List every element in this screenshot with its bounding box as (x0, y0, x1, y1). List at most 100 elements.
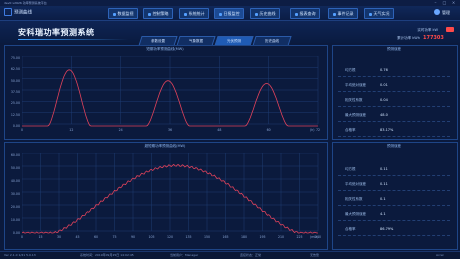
x-tick-label: 60 (93, 235, 99, 239)
nav-daily-monitor[interactable]: 日报监控 (214, 8, 244, 19)
nav-weather[interactable]: 天气实况 (364, 8, 394, 19)
nav-event-log[interactable]: 事件记录 (328, 8, 358, 19)
x-tick-label: 45 (75, 235, 80, 239)
stats-icon (183, 12, 187, 16)
y-tick-label: 62.50 (10, 67, 20, 72)
monitor-icon (112, 12, 116, 16)
stat-value: 0.11 (380, 167, 388, 171)
y-tick-label: 75.00 (10, 56, 20, 60)
stat-label: 平均绝对误差 (345, 83, 366, 87)
stat-label: 均方根 (345, 167, 356, 171)
x-tick-label: 36 (167, 128, 173, 132)
nav-label: 数据监视 (117, 11, 134, 16)
stat-value: 0.1 (380, 197, 386, 201)
user-avatar-icon[interactable] (434, 9, 440, 15)
x-tick-label: 30 (56, 235, 62, 239)
x-tick-label: 0 (20, 235, 24, 239)
title-underline (18, 39, 128, 40)
short-term-chart (22, 56, 319, 127)
row-divider (338, 220, 450, 221)
x-tick-label: 90 (130, 235, 136, 239)
x-tick-label: 225 (296, 235, 303, 239)
nav-control-strategy[interactable]: 控制策略 (143, 8, 173, 19)
y-tick-label: 10.00 (10, 218, 20, 222)
y-tick-label: 30.00 (10, 192, 20, 196)
x-tick-label: 48 (217, 128, 222, 132)
stat-value: 4.1 (380, 212, 386, 216)
stat-value: 86.79% (380, 227, 394, 231)
stat-label: 最大预测误差 (345, 113, 366, 117)
stat-label: 平均绝对误差 (345, 182, 366, 186)
nav-data-monitor[interactable]: 数据监视 (108, 8, 138, 19)
brand[interactable]: 预测曲线 (4, 8, 32, 19)
row-divider (338, 106, 450, 107)
stat-value: 0.11 (380, 182, 388, 186)
x-tick-label: 105 (148, 235, 155, 239)
y-tick-label: 37.50 (10, 90, 20, 94)
tab-label: 气象数据 (189, 39, 203, 43)
history-icon (254, 12, 258, 16)
stat-value: 83.17% (380, 128, 394, 132)
x-unit-label: (h) (310, 128, 315, 132)
y-tick-label: 12.50 (10, 112, 20, 117)
tab-label: 历史曲线 (265, 39, 279, 43)
total-power-value: 177303 (423, 35, 444, 41)
y-tick-label: 25.00 (10, 101, 20, 106)
x-tick-label: 195 (259, 235, 266, 239)
ultra-short-chart (22, 153, 319, 234)
row-divider (338, 91, 450, 92)
daily-icon (218, 12, 222, 16)
x-tick-label: 24 (118, 128, 123, 132)
stat-label: 最大预测误差 (345, 212, 366, 216)
row-divider (338, 205, 450, 206)
nav-label: 天气实况 (373, 11, 390, 16)
row-divider (338, 121, 450, 122)
ultra-short-chart-title: 超短期功率预测曲线(MW) (144, 144, 186, 148)
x-tick-label: 165 (222, 235, 229, 239)
row-divider (338, 235, 450, 236)
nav-label: 日报监控 (223, 11, 240, 16)
x-tick-label: 120 (166, 235, 174, 239)
y-tick-label: 50.00 (10, 166, 20, 170)
stat-value: 0.76 (380, 68, 388, 72)
y-tick-label: 60.00 (10, 153, 20, 157)
control-icon (147, 12, 151, 16)
user-label[interactable]: 管理 (442, 9, 450, 16)
nav-label: 事件记录 (337, 11, 354, 16)
event-icon (332, 12, 336, 16)
x-tick-label: 150 (203, 235, 211, 239)
report-icon (294, 12, 298, 16)
stat-label: 相关性系数 (345, 197, 363, 201)
stat-label: 均方根 (345, 68, 356, 72)
nav-label: 报表查询 (299, 11, 316, 16)
tab-label: 参数设置 (151, 39, 165, 43)
nav-report-query[interactable]: 报表查询 (290, 8, 320, 19)
ultra-short-stats-title: 预测误差 (387, 144, 401, 148)
x-tick-label: 210 (277, 235, 285, 239)
system-title: 安科瑞功率预测系统 (18, 28, 95, 37)
row-divider (338, 76, 450, 77)
realtime-power-label: 实时功率 kW (417, 28, 438, 32)
row-divider (338, 190, 450, 191)
stat-value: 0.04 (380, 98, 388, 102)
ultra-short-stats-panel (332, 142, 458, 250)
nav-label: 控制策略 (152, 11, 169, 16)
x-tick-label: 12 (69, 128, 74, 132)
realtime-power-indicator (446, 27, 454, 32)
nav-label: 系统统计 (188, 11, 205, 16)
nav-history-curve[interactable]: 历史曲线 (250, 8, 280, 19)
x-tick-label: 60 (266, 128, 271, 132)
brand-title: 预测曲线 (14, 10, 32, 16)
nav-system-stats[interactable]: 系统统计 (179, 8, 209, 19)
x-tick-label: 0 (20, 128, 24, 132)
tab-label: 光伏预测 (227, 39, 241, 43)
x-tick-label: 75 (112, 235, 117, 239)
total-power-label: 累计功率 kWh (397, 36, 420, 40)
home-icon (4, 8, 12, 16)
x-unit-label: (min) (310, 235, 319, 239)
x-tick-label: 15 (38, 235, 43, 239)
y-tick-label: 50.00 (10, 78, 20, 83)
stat-label: 合格率 (345, 227, 356, 231)
stat-label: 合格率 (345, 128, 356, 132)
stat-value: 0.01 (380, 83, 388, 87)
